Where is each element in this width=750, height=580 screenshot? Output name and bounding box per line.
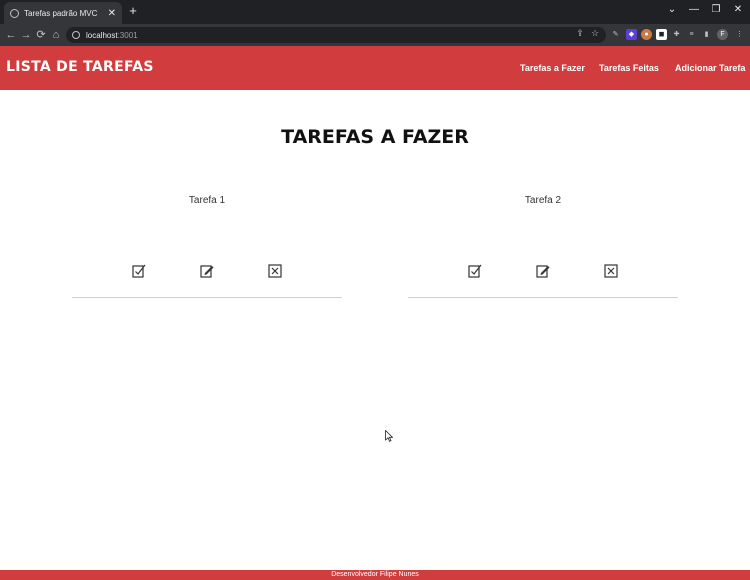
- check-icon[interactable]: [131, 263, 147, 279]
- browser-toolbar: ← → ⟳ ⌂ localhost:3001 ⇪ ☆ ✎ ◆ ● ◼ ✚ ≡ ▮…: [0, 24, 750, 46]
- close-window-button[interactable]: ✕: [730, 3, 746, 17]
- edit-icon[interactable]: [535, 263, 551, 279]
- site-info-icon[interactable]: [72, 31, 80, 39]
- home-icon[interactable]: ⌂: [49, 28, 63, 42]
- back-icon[interactable]: ←: [4, 28, 18, 42]
- extensions-puzzle-icon[interactable]: ✚: [671, 29, 682, 40]
- side-panel-icon[interactable]: ▮: [701, 29, 712, 40]
- tab-close-icon[interactable]: ✕: [108, 8, 116, 19]
- footer: Desenvolvedor Filipe Nunes: [0, 570, 750, 580]
- bookmark-star-icon[interactable]: ☆: [590, 28, 600, 39]
- restore-button[interactable]: ❐: [708, 3, 724, 17]
- url-text: localhost:3001: [86, 30, 138, 40]
- app-header: LISTA DE TAREFAS Tarefas a Fazer Tarefas…: [0, 46, 750, 90]
- page-title: TAREFAS A FAZER: [281, 126, 469, 148]
- reading-list-icon[interactable]: ≡: [686, 29, 697, 40]
- extension-square-icon[interactable]: ◼: [656, 29, 667, 40]
- browser-tabstrip: Tarefas padrão MVC ✕ + ⌄ — ❐ ✕: [0, 0, 750, 24]
- extension-icon[interactable]: ◆: [626, 29, 637, 40]
- check-icon[interactable]: [467, 263, 483, 279]
- reload-icon[interactable]: ⟳: [34, 28, 48, 42]
- task-card: Tarefa 2: [408, 190, 678, 298]
- tab-search-icon[interactable]: ⌄: [664, 3, 680, 17]
- menu-kebab-icon[interactable]: ⋮: [734, 29, 745, 40]
- browser-tab[interactable]: Tarefas padrão MVC ✕: [4, 2, 122, 24]
- task-name: Tarefa 1: [188, 195, 226, 206]
- extension-circle-icon[interactable]: ●: [641, 29, 652, 40]
- task-name: Tarefa 2: [524, 195, 562, 206]
- new-tab-button[interactable]: +: [126, 4, 140, 18]
- nav-link-tarefas-a-fazer[interactable]: Tarefas a Fazer: [520, 63, 585, 73]
- address-bar[interactable]: localhost:3001: [66, 27, 606, 43]
- tab-title: Tarefas padrão MVC: [24, 8, 98, 18]
- delete-icon[interactable]: [267, 263, 283, 279]
- nav-link-adicionar-tarefa[interactable]: Adicionar Tarefa: [675, 63, 745, 73]
- forward-icon[interactable]: →: [19, 28, 33, 42]
- extension-pen-icon[interactable]: ✎: [610, 29, 621, 40]
- delete-icon[interactable]: [603, 263, 619, 279]
- app-brand[interactable]: LISTA DE TAREFAS: [6, 59, 154, 75]
- nav-link-tarefas-feitas[interactable]: Tarefas Feitas: [599, 63, 659, 73]
- share-icon[interactable]: ⇪: [575, 28, 585, 39]
- task-card: Tarefa 1: [72, 190, 342, 298]
- edit-icon[interactable]: [199, 263, 215, 279]
- globe-icon: [10, 8, 19, 18]
- profile-avatar[interactable]: F: [717, 29, 728, 40]
- minimize-button[interactable]: —: [686, 3, 702, 17]
- mouse-cursor-icon: [385, 430, 393, 442]
